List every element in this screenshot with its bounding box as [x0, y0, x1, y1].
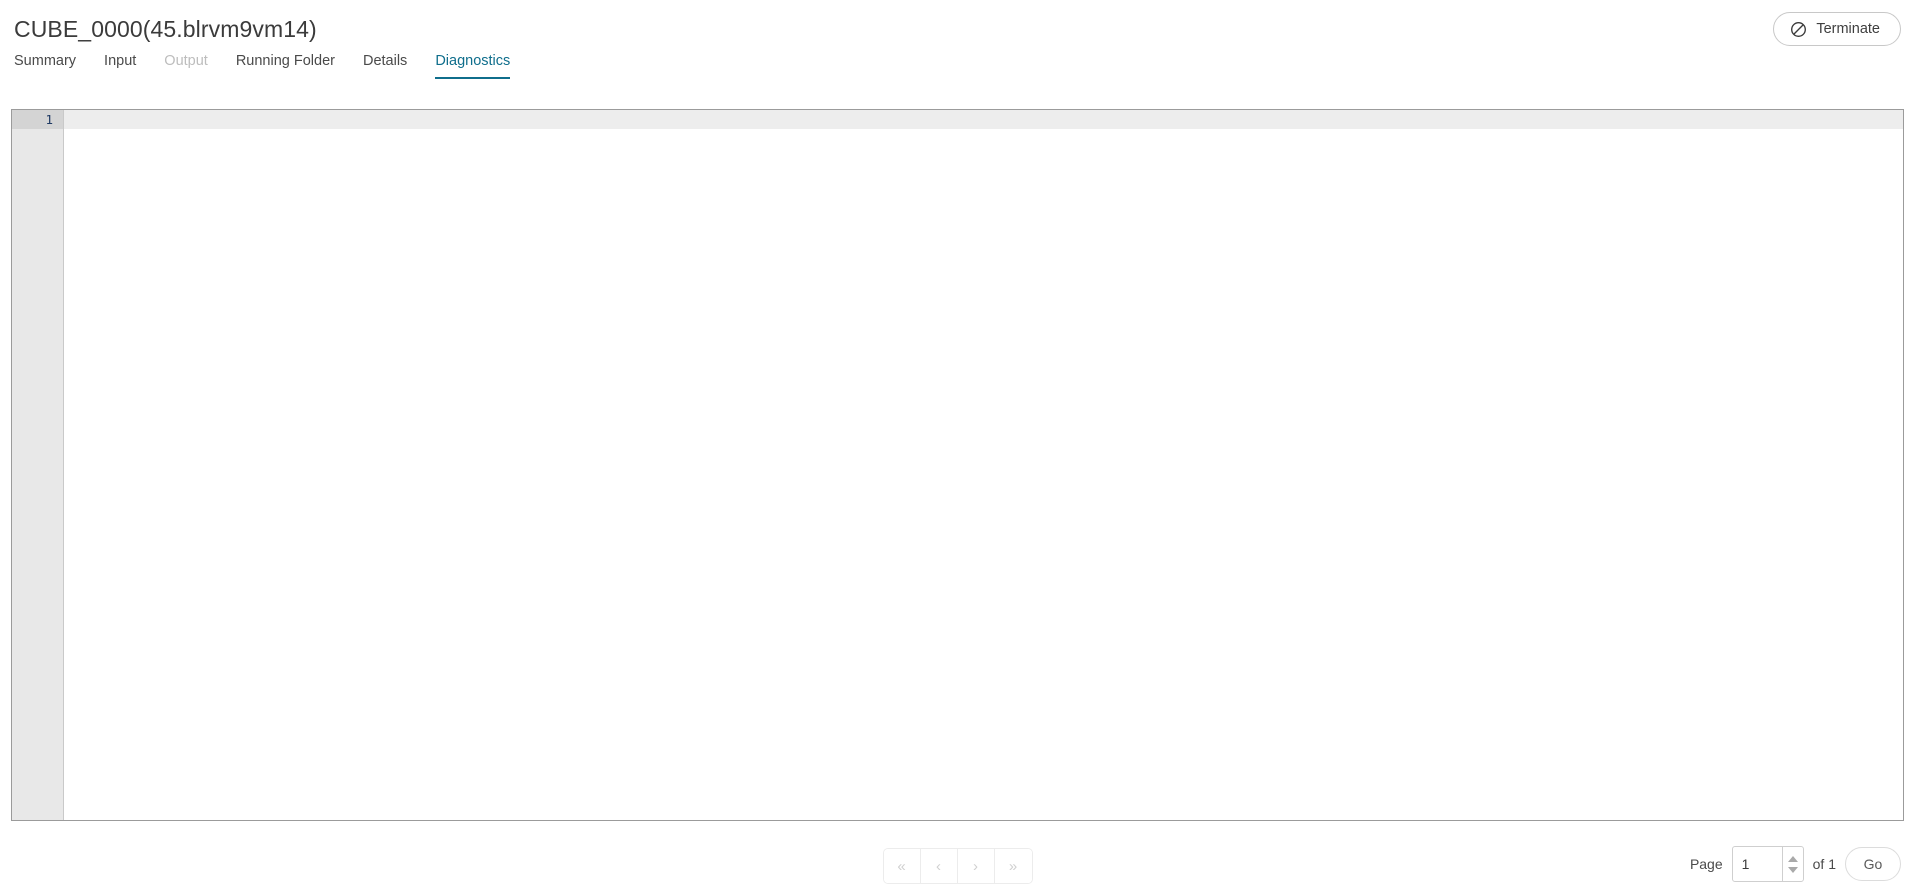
page-spinner — [1781, 847, 1803, 881]
editor-line-number: 1 — [12, 110, 63, 129]
editor-gutter: 1 — [12, 110, 63, 820]
no-entry-icon — [1790, 21, 1807, 38]
tab-diagnostics[interactable]: Diagnostics — [421, 48, 524, 79]
pagination-controls: « ‹ › » — [882, 848, 1033, 884]
next-page-button[interactable]: › — [957, 849, 995, 883]
editor-line[interactable] — [64, 110, 1903, 129]
previous-page-button[interactable]: ‹ — [920, 849, 958, 883]
diagnostics-code-editor[interactable]: 1 — [11, 109, 1904, 821]
tab-output: Output — [150, 48, 222, 79]
tab-summary[interactable]: Summary — [14, 48, 90, 79]
page-number-stepper[interactable] — [1731, 846, 1804, 882]
terminate-button[interactable]: Terminate — [1773, 12, 1901, 46]
page-jump-group: Page of 1 Go — [1690, 846, 1901, 882]
page-header: CUBE_0000(45.blrvm9vm14) Terminate Summa… — [0, 0, 1915, 90]
tab-details[interactable]: Details — [349, 48, 421, 79]
page-number-input[interactable] — [1732, 847, 1783, 881]
editor-content-area[interactable] — [63, 110, 1903, 820]
page-label: Page — [1689, 856, 1723, 872]
tab-input[interactable]: Input — [90, 48, 150, 79]
go-button[interactable]: Go — [1845, 847, 1901, 881]
chevron-up-icon[interactable] — [1787, 855, 1798, 862]
pagination-footer: « ‹ › » Page of 1 Go — [0, 826, 1915, 896]
job-detail-page: CUBE_0000(45.blrvm9vm14) Terminate Summa… — [0, 0, 1915, 896]
page-title: CUBE_0000(45.blrvm9vm14) — [14, 16, 317, 42]
last-page-button[interactable]: » — [994, 849, 1032, 883]
first-page-button[interactable]: « — [883, 849, 921, 883]
tab-running-folder[interactable]: Running Folder — [222, 48, 349, 79]
total-pages-label: of 1 — [1812, 856, 1836, 872]
chevron-down-icon[interactable] — [1787, 866, 1798, 873]
terminate-button-label: Terminate — [1816, 21, 1880, 37]
tab-bar: Summary Input Output Running Folder Deta… — [14, 48, 524, 79]
